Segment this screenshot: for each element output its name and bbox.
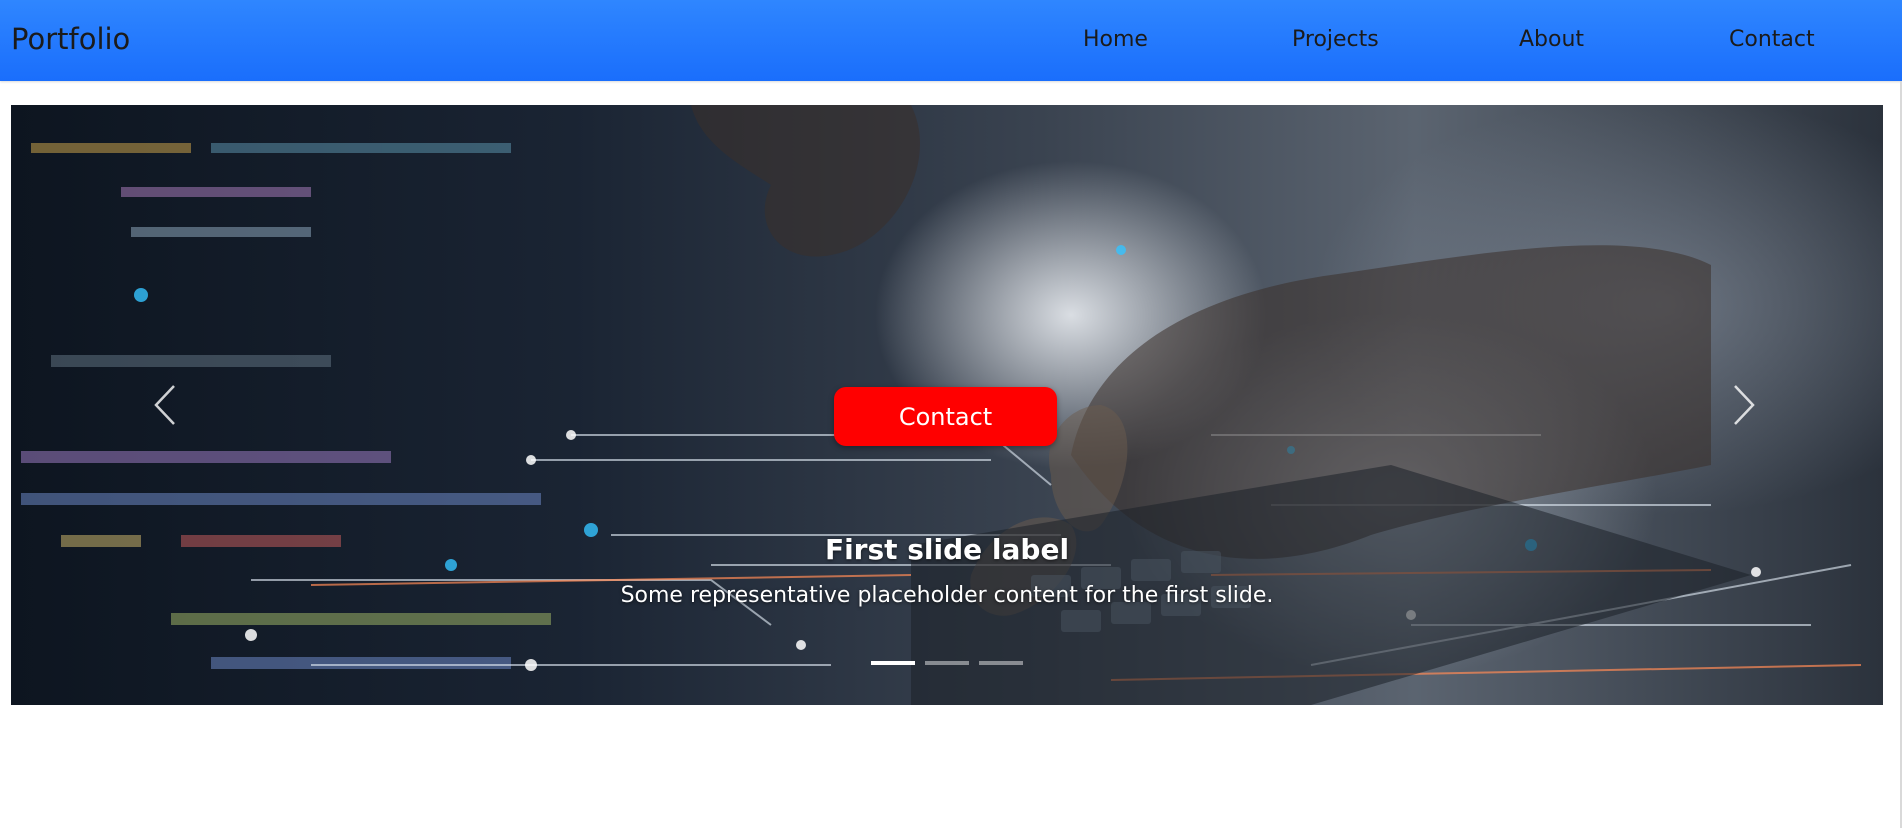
- nav-link-contact[interactable]: Contact: [1729, 27, 1815, 52]
- brand-link[interactable]: Portfolio: [11, 22, 130, 56]
- caption-title: First slide label: [824, 533, 1070, 566]
- carousel-prev-button[interactable]: [135, 375, 195, 435]
- carousel-indicators: [871, 661, 1023, 667]
- caption-text: Some representative placeholder content …: [620, 582, 1274, 608]
- contact-button[interactable]: Contact: [834, 387, 1057, 446]
- carousel-indicator-2[interactable]: [925, 661, 969, 665]
- nav-link-home[interactable]: Home: [1083, 27, 1148, 52]
- carousel-indicator-1[interactable]: [871, 661, 915, 665]
- nav-link-about[interactable]: About: [1519, 27, 1584, 52]
- chevron-right-icon: [1734, 385, 1755, 425]
- carousel-next-button[interactable]: [1714, 375, 1774, 435]
- nav-link-projects[interactable]: Projects: [1292, 27, 1379, 52]
- chevron-left-icon: [154, 385, 175, 425]
- hero-carousel: Contact First slide label Some represent…: [11, 105, 1883, 705]
- slide-caption: First slide label Some representative pl…: [447, 533, 1447, 609]
- navbar: Portfolio Home Projects About Contact: [0, 0, 1902, 81]
- carousel-indicator-3[interactable]: [979, 661, 1023, 665]
